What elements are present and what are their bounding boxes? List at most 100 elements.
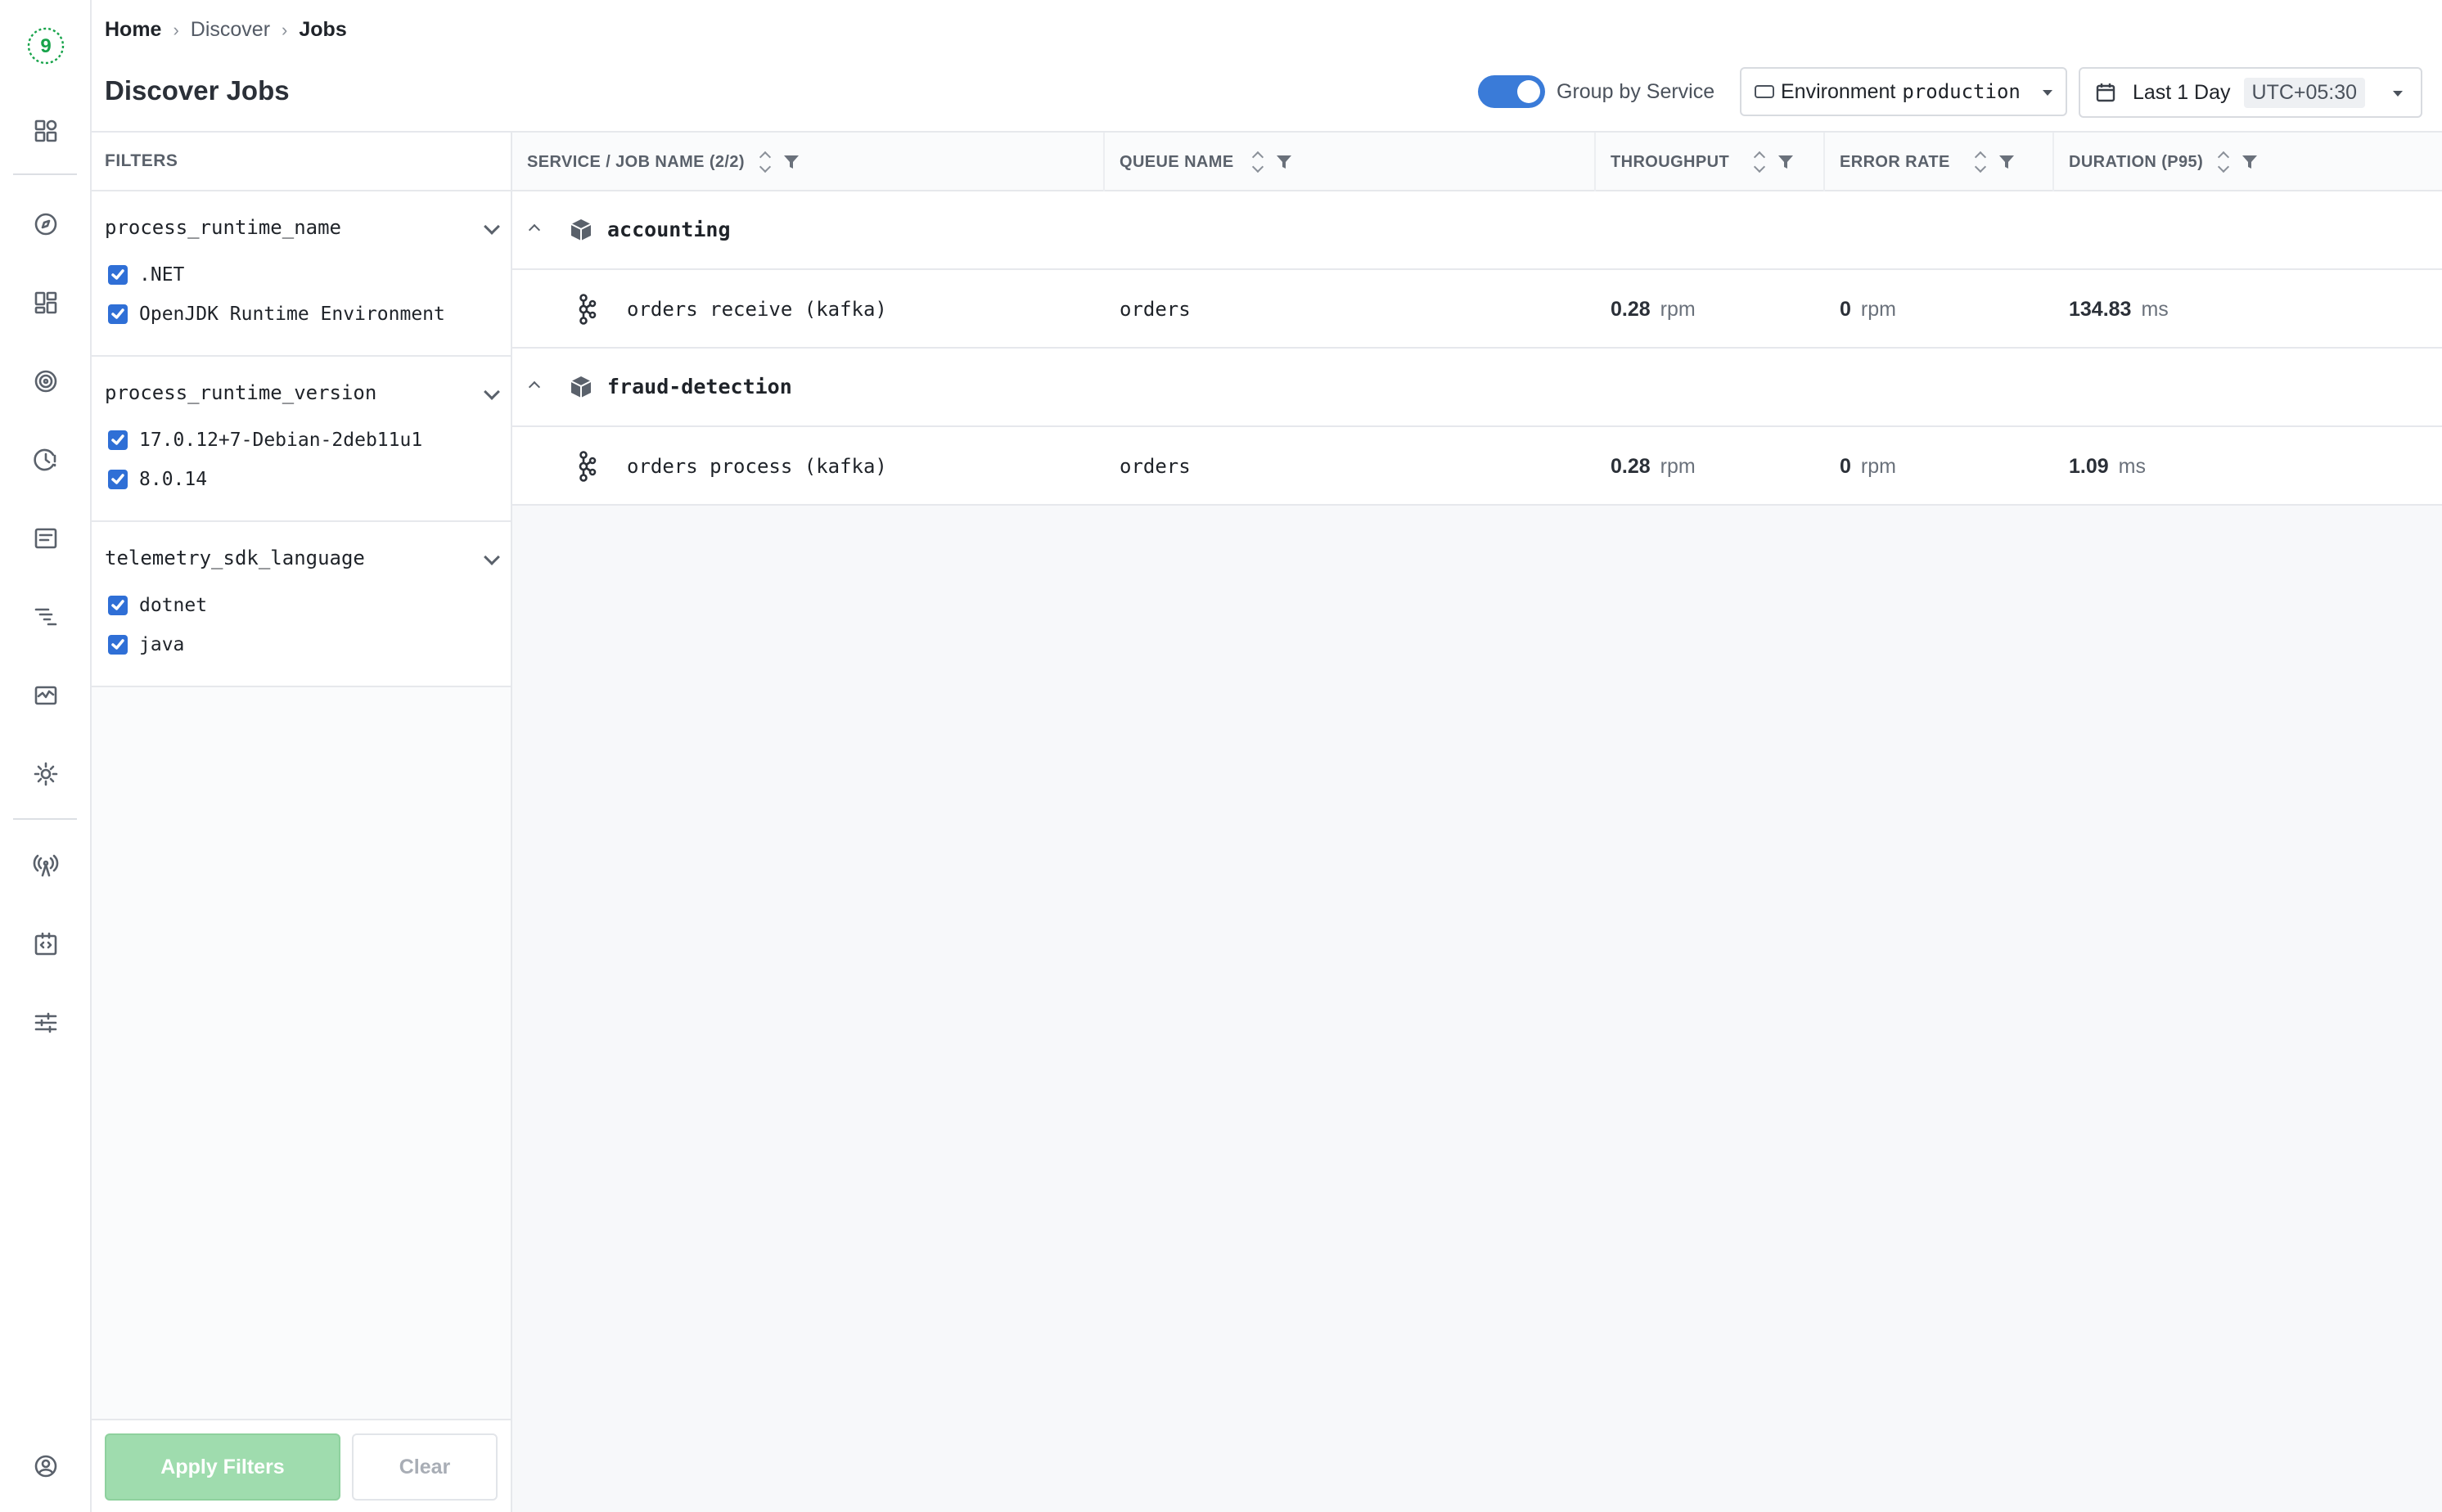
throughput-cell: 0.28rpm <box>1611 298 1696 322</box>
filter-group-title[interactable]: process_runtime_name <box>92 191 511 255</box>
service-name: fraud-detection <box>607 375 792 398</box>
column-header-service[interactable]: SERVICE / JOB NAME (2/2) <box>512 133 1105 191</box>
checkbox-checked[interactable] <box>108 304 128 324</box>
duration-unit: ms <box>2119 455 2146 478</box>
column-header-throughput[interactable]: THROUGHPUT <box>1596 133 1825 191</box>
sort-icon[interactable] <box>759 151 771 173</box>
throughput-value: 0.28 <box>1611 455 1651 478</box>
environment-value: production <box>1902 80 2021 103</box>
calendar-icon <box>2095 82 2116 103</box>
checkbox-checked[interactable] <box>108 470 128 489</box>
caret-down-icon <box>2393 91 2403 97</box>
filter-group-process-runtime-version: process_runtime_version 17.0.12+7-Debian… <box>92 357 511 522</box>
checkbox-checked[interactable] <box>108 265 128 285</box>
target-icon[interactable] <box>28 363 64 399</box>
code-icon[interactable] <box>28 926 64 962</box>
filter-option-label: 8.0.14 <box>139 469 207 490</box>
duration-cell: 1.09 ms <box>2069 455 2146 479</box>
column-label: QUEUE NAME <box>1120 153 1234 172</box>
sort-icon[interactable] <box>1754 151 1765 173</box>
column-header-error-rate[interactable]: ERROR RATE <box>1825 133 2054 191</box>
table-row[interactable]: orders process (kafka) orders 0.28rpm 0r… <box>512 427 2442 506</box>
error-rate-value: 0 <box>1840 298 1851 321</box>
chevron-up-icon[interactable] <box>529 224 540 236</box>
chevron-right-icon: › <box>173 20 178 41</box>
svg-text:9: 9 <box>40 35 51 57</box>
filter-funnel-icon[interactable] <box>1998 153 2016 171</box>
table-body: accounting orders receive (kafka) orders… <box>512 191 2442 506</box>
duration-value: 134.83 <box>2069 298 2131 321</box>
traces-icon[interactable] <box>28 599 64 635</box>
filter-funnel-icon[interactable] <box>782 153 800 171</box>
column-label: THROUGHPUT <box>1611 153 1729 172</box>
sort-icon[interactable] <box>1252 151 1264 173</box>
chevron-up-icon[interactable] <box>529 381 540 393</box>
logs-icon[interactable] <box>28 520 64 556</box>
error-rate-value: 0 <box>1840 455 1851 478</box>
duration-unit: ms <box>2141 298 2168 321</box>
column-header-duration[interactable]: DURATION (P95) <box>2054 133 2442 191</box>
breadcrumb-discover[interactable]: Discover <box>191 18 270 42</box>
service-name: accounting <box>607 218 731 241</box>
filter-group-title[interactable]: telemetry_sdk_language <box>92 522 511 586</box>
group-by-service-toggle[interactable] <box>1478 75 1545 108</box>
error-rate-cell: 0rpm <box>1840 298 1896 322</box>
filter-option[interactable]: OpenJDK Runtime Environment <box>92 295 511 334</box>
home-grid-icon[interactable] <box>28 113 64 149</box>
filter-option[interactable]: 8.0.14 <box>92 460 511 499</box>
checkbox-checked[interactable] <box>108 635 128 655</box>
job-name[interactable]: orders process (kafka) <box>627 455 887 478</box>
filter-option-label: java <box>139 634 184 655</box>
duration-cell: 134.83 ms <box>2069 298 2169 322</box>
checkbox-checked[interactable] <box>108 596 128 615</box>
filter-funnel-icon[interactable] <box>1275 153 1293 171</box>
sort-icon[interactable] <box>1975 151 1986 173</box>
settings-gear-icon[interactable] <box>28 756 64 792</box>
environment-select[interactable]: Environment production <box>1740 67 2067 116</box>
job-name[interactable]: orders receive (kafka) <box>627 298 887 321</box>
queue-name: orders <box>1120 455 1191 478</box>
filter-funnel-icon[interactable] <box>2241 153 2259 171</box>
rail-divider <box>13 173 77 175</box>
alert-clock-icon[interactable] <box>28 442 64 478</box>
sliders-icon[interactable] <box>28 1005 64 1041</box>
breadcrumb-home[interactable]: Home <box>105 18 161 42</box>
breadcrumb-current: Jobs <box>299 18 346 42</box>
service-group-row[interactable]: accounting <box>512 191 2442 270</box>
caret-down-icon <box>2043 90 2052 96</box>
column-header-queue[interactable]: QUEUE NAME <box>1105 133 1596 191</box>
group-by-service-label: Group by Service <box>1557 80 1714 104</box>
filter-option[interactable]: .NET <box>92 255 511 295</box>
checkbox-checked[interactable] <box>108 430 128 450</box>
metrics-icon[interactable] <box>28 677 64 713</box>
compass-icon[interactable] <box>28 206 64 242</box>
filter-option[interactable]: java <box>92 625 511 664</box>
user-avatar-icon[interactable] <box>28 1448 64 1484</box>
service-group-row[interactable]: fraud-detection <box>512 349 2442 427</box>
throughput-value: 0.28 <box>1611 298 1651 321</box>
clear-filters-button[interactable]: Clear <box>352 1433 498 1501</box>
dashboard-icon[interactable] <box>28 285 64 321</box>
apply-filters-button[interactable]: Apply Filters <box>105 1433 340 1501</box>
environment-icon <box>1755 85 1774 98</box>
duration-value: 1.09 <box>2069 455 2109 478</box>
error-rate-cell: 0rpm <box>1840 455 1896 479</box>
toggle-knob <box>1517 80 1540 103</box>
filter-option-label: dotnet <box>139 595 207 616</box>
page-title: Discover Jobs <box>105 75 290 106</box>
table-row[interactable]: orders receive (kafka) orders 0.28rpm 0r… <box>512 270 2442 349</box>
broadcast-icon[interactable] <box>28 848 64 884</box>
sort-icon[interactable] <box>2218 151 2229 173</box>
filters-panel: FILTERS process_runtime_name .NET OpenJD… <box>92 133 512 1512</box>
column-label: DURATION (P95) <box>2069 153 2203 172</box>
kafka-icon <box>574 293 597 326</box>
app-logo-icon[interactable]: 9 <box>26 26 65 65</box>
filter-option-label: 17.0.12+7-Debian-2deb11u1 <box>139 430 422 451</box>
time-range-picker[interactable]: Last 1 Day UTC+05:30 <box>2079 67 2422 118</box>
filter-group-title[interactable]: process_runtime_version <box>92 357 511 421</box>
chevron-right-icon: › <box>282 20 287 41</box>
filter-option[interactable]: dotnet <box>92 586 511 625</box>
queue-name: orders <box>1120 298 1191 321</box>
filter-funnel-icon[interactable] <box>1777 153 1795 171</box>
filter-option[interactable]: 17.0.12+7-Debian-2deb11u1 <box>92 421 511 460</box>
